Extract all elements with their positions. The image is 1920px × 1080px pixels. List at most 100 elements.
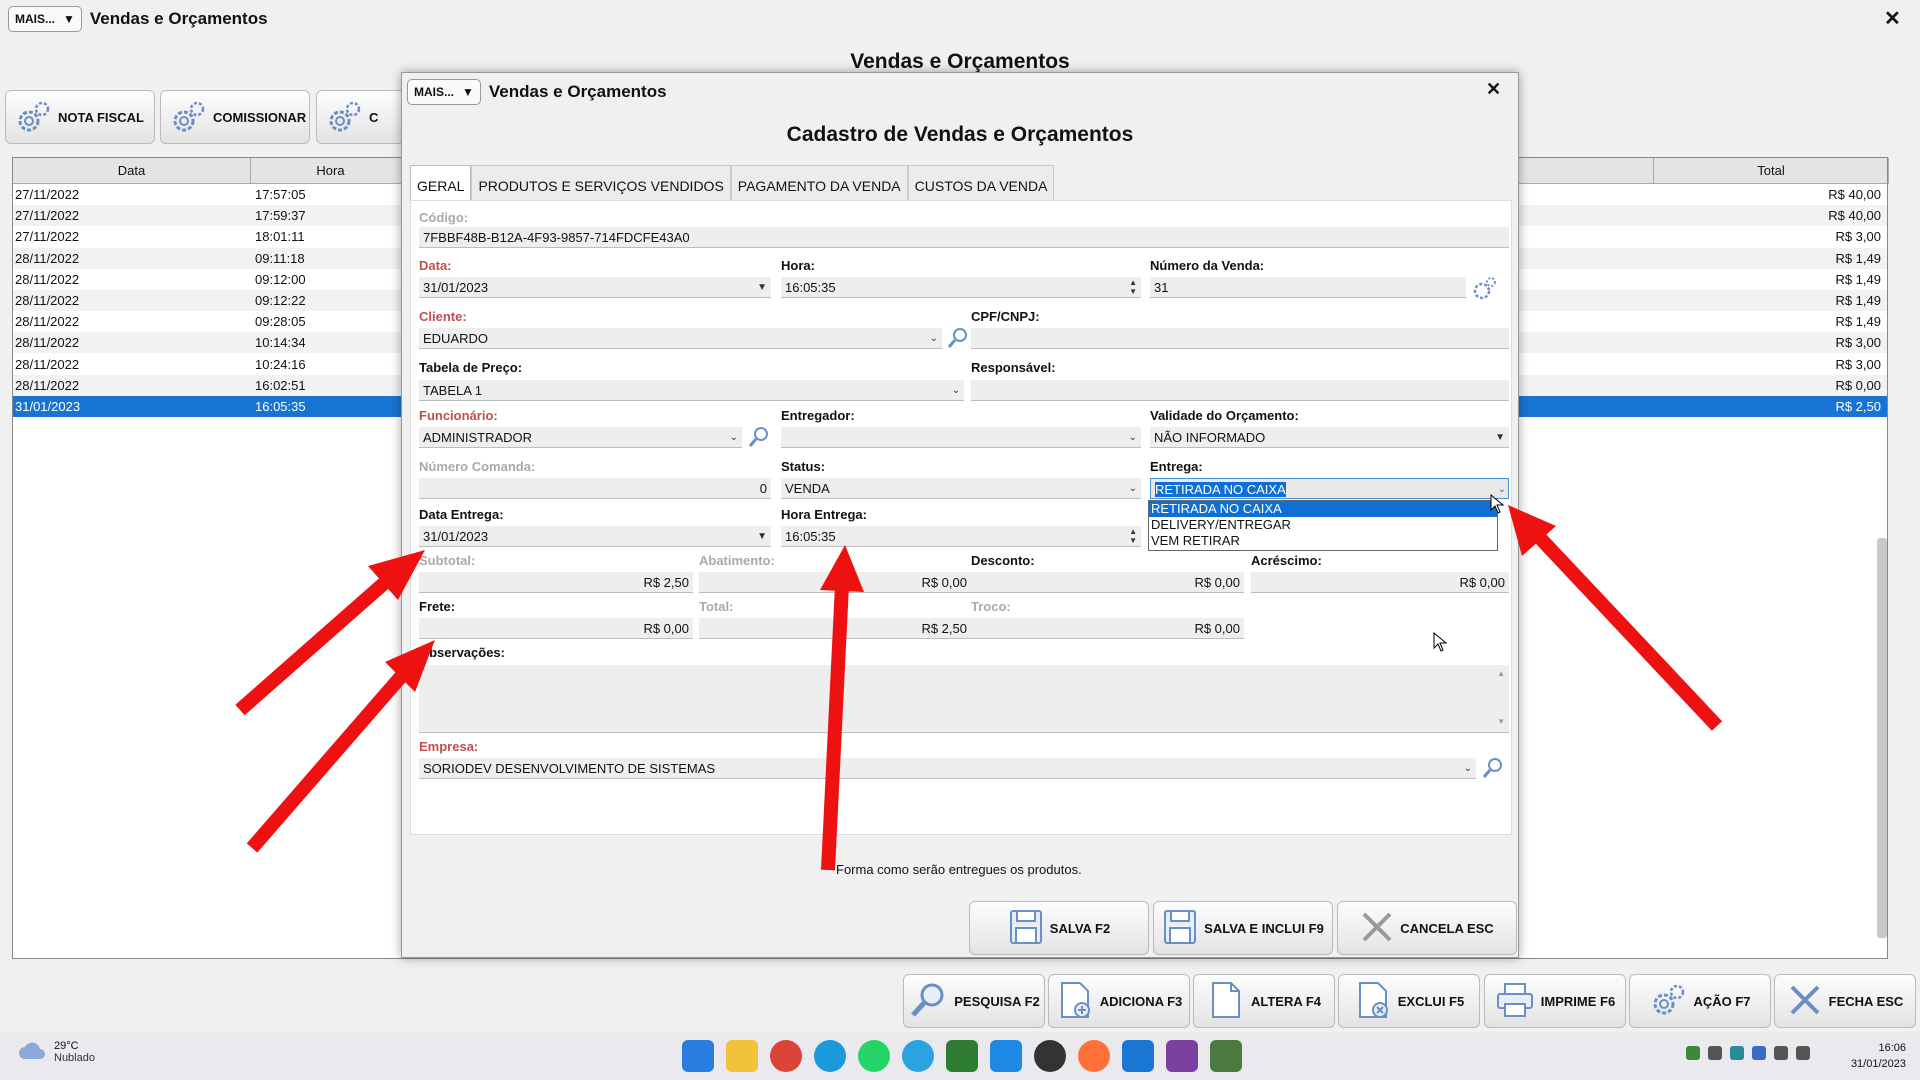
tab-produtos[interactable]: PRODUTOS E SERVIÇOS VENDIDOS [471,165,731,201]
weather-widget[interactable]: 29°C Nublado [18,1040,95,1064]
data-entrega-field[interactable]: 31/01/2023 ▼ [419,526,771,547]
entrega-dropdown-list[interactable]: RETIRADA NO CAIXA DELIVERY/ENTREGAR VEM … [1148,500,1498,551]
responsavel-field[interactable] [971,380,1509,401]
tab-custos[interactable]: CUSTOS DA VENDA [907,165,1055,201]
codigo-field[interactable]: 7FBBF48B-B12A-4F93-9857-714FDCFE43A0 [419,227,1509,248]
acao-button[interactable]: AÇÃO F7 [1629,974,1771,1028]
empresa-field[interactable]: SORIODEV DESENVOLVIMENTO DE SISTEMAS ⌄ [419,758,1476,779]
validade-field[interactable]: NÃO INFORMADO ▼ [1150,427,1509,448]
main-close-icon[interactable]: ✕ [1884,6,1901,31]
dialog-mais-button[interactable]: MAIS... ▼ [407,79,481,105]
firefox-icon[interactable] [1078,1040,1110,1072]
table-scrollbar[interactable] [1877,538,1887,938]
column-header-total[interactable]: Total [1653,158,1889,184]
column-header-hora[interactable]: Hora [251,158,411,184]
nota-fiscal-button[interactable]: NOTA FISCAL [5,90,155,144]
desconto-field[interactable]: R$ 0,00 [971,572,1244,593]
chevron-down-icon[interactable]: ⌄ [952,380,960,400]
calendar-dropdown-icon[interactable]: ▼ [757,277,767,297]
spinner-icon[interactable]: ▲ ▼ [1129,527,1137,545]
tray-icon[interactable] [1752,1046,1766,1060]
app-icon[interactable] [990,1040,1022,1072]
gear-icon[interactable] [1472,275,1496,300]
status-field[interactable]: VENDA ⌄ [781,478,1141,499]
total-field[interactable]: R$ 2,50 [699,618,971,639]
chevron-down-icon[interactable]: ⌄ [930,328,938,348]
entrega-field[interactable]: RETIRADA NO CAIXA ⌄ [1150,478,1509,499]
dialog-close-icon[interactable]: ✕ [1486,79,1501,100]
dropdown-arrow-icon[interactable]: ▼ [1495,427,1505,447]
scroll-up-icon[interactable]: ▲ [1497,669,1505,678]
chevron-down-icon[interactable]: ⌄ [1129,478,1137,498]
network-icon[interactable] [1774,1046,1788,1060]
tab-pagamento[interactable]: PAGAMENTO DA VENDA [730,165,908,201]
tab-geral[interactable]: GERAL [410,165,472,201]
gear-icon [169,98,207,136]
start-icon[interactable] [682,1040,714,1072]
salva-inclui-button[interactable]: SALVA E INCLUI F9 [1153,901,1333,955]
toolbar-third-label: C [369,109,379,125]
cliente-field[interactable]: EDUARDO ⌄ [419,328,942,349]
exclui-button[interactable]: EXCLUI F5 [1338,974,1480,1028]
taskbar-clock[interactable]: 16:06 31/01/2023 [1851,1040,1906,1072]
cell-data: 28/11/2022 [15,314,80,330]
abatimento-field[interactable]: R$ 0,00 [699,572,971,593]
acrescimo-field[interactable]: R$ 0,00 [1251,572,1509,593]
chevron-down-icon[interactable]: ⌄ [730,427,738,447]
altera-button[interactable]: ALTERA F4 [1193,974,1335,1028]
hora-field[interactable]: 16:05:35 ▲ ▼ [781,277,1141,298]
frete-field[interactable]: R$ 0,00 [419,618,693,639]
entregador-field[interactable]: ⌄ [781,427,1141,448]
search-icon[interactable] [946,326,970,350]
cpf-field[interactable] [971,328,1509,349]
cancela-button[interactable]: CANCELA ESC [1337,901,1517,955]
funcionario-field[interactable]: ADMINISTRADOR ⌄ [419,427,742,448]
column-header-data[interactable]: Data [13,158,251,184]
altera-label: ALTERA F4 [1250,993,1322,1009]
search-icon[interactable] [1481,756,1505,780]
fecha-button[interactable]: FECHA ESC [1774,974,1916,1028]
telegram-icon[interactable] [902,1040,934,1072]
cell-data: 28/11/2022 [15,293,80,308]
main-titlebar: MAIS... ▼ Vendas e Orçamentos [0,0,1920,38]
entrega-option-vem-retirar[interactable]: VEM RETIRAR [1149,533,1497,549]
tray-icon[interactable] [1686,1046,1700,1060]
numero-venda-field[interactable]: 31 [1150,277,1466,298]
adiciona-button[interactable]: ADICIONA F3 [1048,974,1190,1028]
spinner-icon[interactable]: ▲ ▼ [1129,278,1137,296]
search-icon[interactable] [747,425,771,449]
app-icon[interactable] [1034,1040,1066,1072]
whatsapp-icon[interactable] [858,1040,890,1072]
imprime-button[interactable]: IMPRIME F6 [1484,974,1626,1028]
hora-entrega-field[interactable]: 16:05:35 ▲ ▼ [781,526,1141,547]
spreadsheet-icon[interactable] [946,1040,978,1072]
observacoes-textarea[interactable]: ▲ ▼ [419,665,1509,733]
speaker-icon[interactable] [1796,1046,1810,1060]
tray-icon[interactable] [1730,1046,1744,1060]
tray-icon[interactable] [1708,1046,1722,1060]
entrega-option-delivery[interactable]: DELIVERY/ENTREGAR [1149,517,1497,533]
edge-icon[interactable] [814,1040,846,1072]
pesquisa-button[interactable]: PESQUISA F2 [903,974,1045,1028]
data-field[interactable]: 31/01/2023 ▼ [419,277,771,298]
comissionar-button[interactable]: COMISSIONAR [160,90,310,144]
soriodev-app-icon[interactable] [1210,1040,1242,1072]
tabela-value: TABELA 1 [423,383,483,398]
troco-field[interactable]: R$ 0,00 [971,618,1244,639]
tabela-field[interactable]: TABELA 1 ⌄ [419,380,964,401]
entrega-option-retirada[interactable]: RETIRADA NO CAIXA [1149,501,1497,517]
subtotal-field[interactable]: R$ 2,50 [419,572,693,593]
chevron-down-icon[interactable]: ⌄ [1129,427,1137,447]
scroll-down-icon[interactable]: ▼ [1497,717,1505,726]
notepad-icon[interactable] [1122,1040,1154,1072]
salva-button[interactable]: SALVA F2 [969,901,1149,955]
file-explorer-icon[interactable] [726,1040,758,1072]
calendar-dropdown-icon[interactable]: ▼ [757,526,767,546]
app-icon[interactable] [1166,1040,1198,1072]
numero-venda-label: Número da Venda: [1150,258,1265,273]
chrome-icon[interactable] [770,1040,802,1072]
main-mais-button[interactable]: MAIS... ▼ [8,6,82,32]
chevron-down-icon[interactable]: ⌄ [1464,758,1472,778]
cell-data: 27/11/2022 [15,187,80,202]
comanda-field[interactable]: 0 [419,478,771,499]
